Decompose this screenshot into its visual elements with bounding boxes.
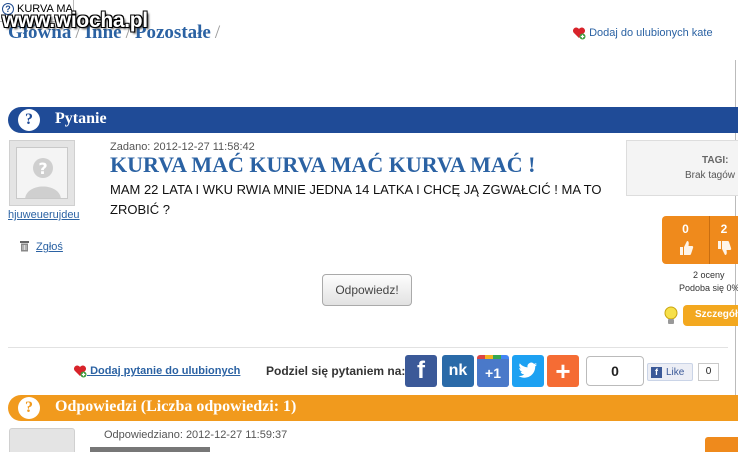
likes-percent: Podoba się 0% bbox=[679, 283, 738, 293]
share-label: Podziel się pytaniem na: bbox=[266, 364, 406, 378]
add-question-favorite-link[interactable]: Dodaj pytanie do ulubionych bbox=[73, 364, 240, 378]
twitter-share-button[interactable] bbox=[512, 355, 544, 387]
answer-button[interactable]: Odpowiedz! bbox=[322, 274, 412, 306]
facebook-like-button[interactable]: Like bbox=[647, 363, 693, 381]
thumbs-down-icon bbox=[718, 241, 732, 255]
divider bbox=[8, 347, 728, 348]
answered-timestamp: Odpowiedziano: 2012-12-27 11:59:37 bbox=[104, 429, 288, 441]
tags-box: TAGI: Brak tagów bbox=[626, 140, 738, 196]
share-count: 0 bbox=[586, 356, 644, 386]
thumbs-up-icon bbox=[679, 241, 693, 255]
vote-up-button[interactable]: 0 bbox=[662, 216, 710, 264]
report-label: Zgłoś bbox=[36, 241, 63, 253]
twitter-bird-icon bbox=[518, 362, 537, 378]
lightbulb-icon bbox=[664, 306, 678, 324]
google-plus-share-button[interactable]: +1 bbox=[477, 355, 509, 387]
question-title: KURVA MAĆ KURVA MAĆ KURVA MAĆ ! bbox=[110, 152, 536, 177]
question-icon: ? bbox=[18, 397, 40, 419]
answers-section-title: Odpowiedzi (Liczba odpowiedzi: 1) bbox=[55, 398, 297, 415]
answers-section-header: ? Odpowiedzi (Liczba odpowiedzi: 1) bbox=[8, 395, 738, 421]
tags-value: Brak tagów bbox=[685, 170, 736, 181]
add-question-favorite-label: Dodaj pytanie do ulubionych bbox=[90, 364, 241, 377]
svg-text:?: ? bbox=[38, 159, 47, 178]
heart-plus-icon bbox=[572, 27, 586, 40]
nk-share-button[interactable]: nk bbox=[442, 355, 474, 387]
watermark-text: www.wiocha.pl bbox=[2, 9, 148, 32]
google-plus-label: +1 bbox=[477, 359, 509, 387]
ratings-count: 2 oceny bbox=[693, 270, 725, 280]
default-user-icon: ? bbox=[25, 158, 61, 198]
author-username[interactable]: hjuweuerujdeu bbox=[8, 209, 80, 221]
heart-plus-icon bbox=[73, 365, 87, 378]
report-link[interactable]: Zgłoś bbox=[19, 240, 63, 253]
trash-icon bbox=[20, 241, 29, 252]
question-section-header: ? Pytanie bbox=[8, 107, 738, 133]
answers-count: (Liczba odpowiedzi: 1) bbox=[140, 398, 297, 415]
answer-vote-button[interactable] bbox=[705, 437, 738, 452]
vote-down-button[interactable]: 2 bbox=[710, 216, 738, 264]
watermark-logo: www.wiocha.pl bbox=[0, 2, 186, 36]
details-button[interactable]: Szczegóły bbox=[683, 305, 738, 326]
add-category-favorite-label: Dodaj do ulubionych kate bbox=[589, 26, 713, 39]
author-avatar[interactable]: ? bbox=[9, 140, 75, 206]
vote-up-count: 0 bbox=[682, 222, 689, 236]
facebook-share-button[interactable]: f bbox=[405, 355, 437, 387]
tags-label: TAGI: bbox=[702, 155, 729, 166]
add-category-favorite-link[interactable]: Dodaj do ulubionych kate bbox=[572, 26, 713, 40]
facebook-like-count: 0 bbox=[698, 363, 719, 381]
question-body: MAM 22 LATA I WKU RWIA MNIE JEDNA 14 LAT… bbox=[110, 182, 602, 217]
vote-down-count: 2 bbox=[720, 222, 728, 236]
question-icon: ? bbox=[18, 109, 40, 131]
question-section-title: Pytanie bbox=[55, 110, 107, 127]
answer-avatar[interactable] bbox=[9, 428, 75, 452]
add-share-button[interactable]: + bbox=[547, 355, 579, 387]
taskbar-fragment bbox=[90, 447, 210, 452]
